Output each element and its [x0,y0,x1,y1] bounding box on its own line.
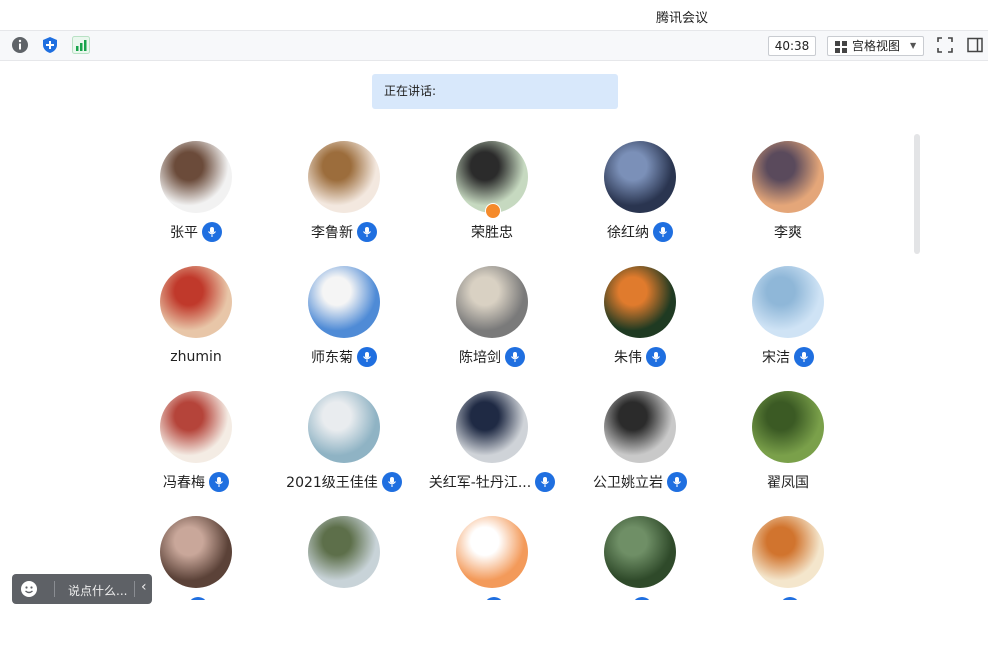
participant-name: 李鲁新 [311,225,353,241]
grid-icon [835,40,847,58]
microphone-icon [209,472,229,492]
participant-name-row: 关红军-牡丹江... [419,471,565,493]
avatar [160,516,232,588]
bottom-area [0,600,988,666]
participant-name: 翟凤国 [767,475,809,491]
speaking-label: 正在讲话: [384,84,437,98]
participant-name-row: 师东菊 [271,346,417,368]
participant-tile[interactable]: 冯春梅 [123,391,269,509]
avatar [308,391,380,463]
chat-input[interactable]: 说点什么... [68,582,127,599]
participant-tile[interactable]: 李爽 [715,141,861,259]
speaking-indicator: 正在讲话: [372,74,618,109]
participant-name-row: 张平 [123,221,269,243]
avatar [752,516,824,588]
avatar [308,141,380,213]
participant-name: 荣胜忠 [471,225,513,241]
divider [54,581,55,597]
avatar [604,141,676,213]
participant-name: 陈培剑 [459,350,501,366]
participant-name-row: 陈培剑 [419,346,565,368]
fullscreen-icon[interactable] [936,36,954,54]
participant-name-row: 2021级王佳佳 [271,471,417,493]
participant-tile[interactable]: 张平 [123,141,269,259]
chevron-left-icon[interactable]: ‹ [141,579,147,595]
shield-icon[interactable] [41,36,59,54]
participant-name: 张平 [170,225,198,241]
avatar [456,516,528,588]
participant-name-row: 朱伟 [567,346,713,368]
participant-tile[interactable]: 徐红纳 [567,141,713,259]
participant-tile[interactable]: 翟凤国 [715,391,861,509]
emoji-icon[interactable] [20,580,38,601]
view-mode-dropdown[interactable]: 宫格视图 ▼ [827,36,924,56]
chat-bar[interactable]: 说点什么... ‹ [12,574,152,604]
avatar [604,266,676,338]
participant-name-row: 冯春梅 [123,471,269,493]
avatar [308,516,380,588]
participant-name-row: 宋洁 [715,346,861,368]
side-panel-icon[interactable] [966,36,984,54]
participant-name-row: 翟凤国 [715,471,861,493]
participant-name-row: 李鲁新 [271,221,417,243]
participant-name: 徐红纳 [607,225,649,241]
participant-name-row: zhumin [123,346,269,368]
participant-tile[interactable]: 朱伟 [567,266,713,384]
avatar [752,391,824,463]
microphone-icon [794,347,814,367]
meeting-timer: 40:38 [768,36,816,56]
avatar [456,391,528,463]
microphone-icon [505,347,525,367]
participant-tile[interactable]: 荣胜忠 [419,141,565,259]
avatar [752,266,824,338]
participant-name: 李爽 [774,225,802,241]
avatar [308,266,380,338]
microphone-icon [653,222,673,242]
participant-name: 师东菊 [311,350,353,366]
participant-tile[interactable]: 陈培剑 [419,266,565,384]
participant-tile[interactable]: 公卫姚立岩 [567,391,713,509]
title-bar: 腾讯会议 [0,0,988,30]
participant-name: 关红军-牡丹江... [428,475,532,491]
avatar [604,516,676,588]
participant-tile[interactable]: 2021级王佳佳 [271,391,417,509]
participant-name: 宋洁 [762,350,790,366]
avatar [160,391,232,463]
participant-name-row: 荣胜忠 [419,221,565,243]
microphone-icon [381,472,402,492]
participant-name-row: 李爽 [715,221,861,243]
participant-tile[interactable]: 关红军-牡丹江... [419,391,565,509]
chevron-down-icon: ▼ [910,41,917,50]
participant-name: 冯春梅 [163,475,205,491]
signal-icon[interactable] [72,36,90,54]
avatar [456,266,528,338]
microphone-icon [202,222,222,242]
participant-tile[interactable]: 李鲁新 [271,141,417,259]
avatar [160,141,232,213]
participant-tile[interactable]: zhumin [123,266,269,384]
participant-tile[interactable]: 师东菊 [271,266,417,384]
participant-name: 2021级王佳佳 [286,475,378,491]
avatar [160,266,232,338]
participant-tile[interactable]: 宋洁 [715,266,861,384]
participant-name: 公卫姚立岩 [593,475,663,491]
host-badge-icon [485,203,501,219]
scrollbar[interactable] [914,134,920,254]
microphone-icon [646,347,666,367]
microphone-icon [357,222,377,242]
participant-name: zhumin [170,349,222,365]
microphone-icon [357,347,377,367]
divider [134,581,135,597]
microphone-icon [667,472,687,492]
app-title: 腾讯会议 [655,11,708,26]
avatar [752,141,824,213]
participant-name-row: 徐红纳 [567,221,713,243]
participant-name-row: 公卫姚立岩 [567,471,713,493]
info-icon[interactable] [11,36,29,54]
meeting-toolbar: 40:38 宫格视图 ▼ [0,30,988,61]
microphone-icon [535,472,556,492]
participant-name: 朱伟 [614,350,642,366]
view-mode-label: 宫格视图 [852,39,901,53]
avatar [604,391,676,463]
